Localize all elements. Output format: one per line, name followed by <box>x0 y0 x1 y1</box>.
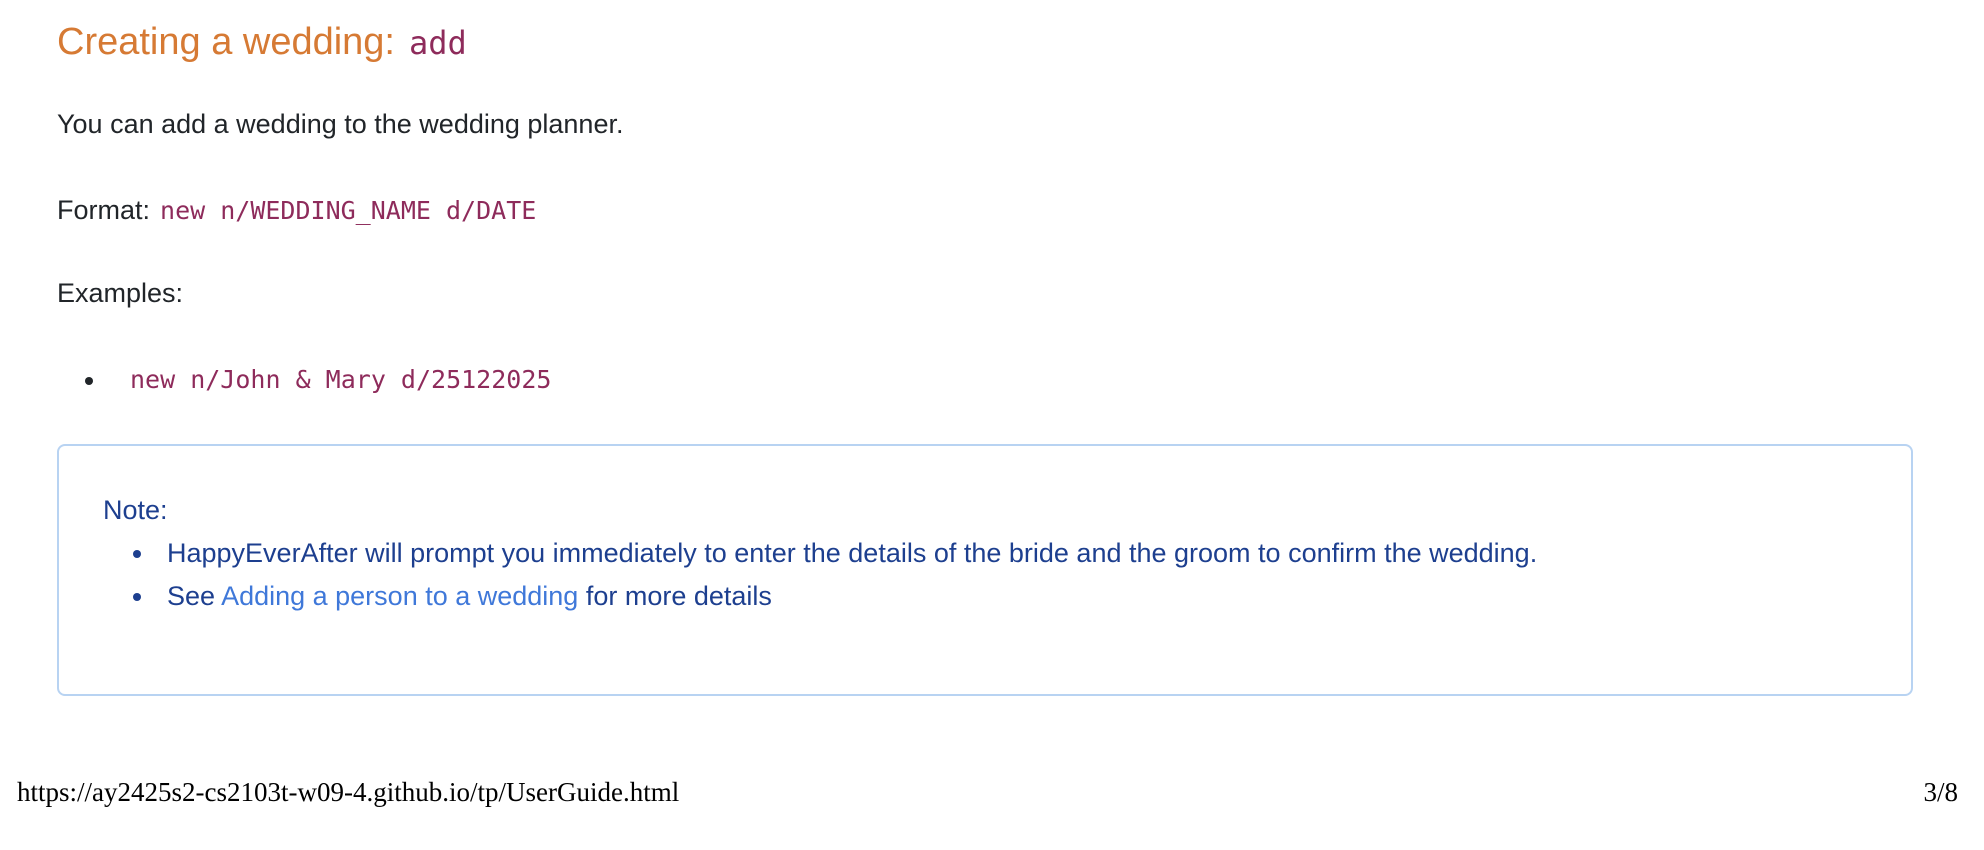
format-code: new n/WEDDING_NAME d/DATE <box>160 196 537 225</box>
note-list: HappyEverAfter will prompt you immediate… <box>103 532 1537 618</box>
footer-url: https://ay2425s2-cs2103t-w09-4.github.io… <box>17 777 680 807</box>
list-item: new n/John & Mary d/25122025 <box>57 362 551 402</box>
intro-text: You can add a wedding to the wedding pla… <box>57 109 624 139</box>
list-item: See Adding a person to a wedding for mor… <box>103 575 1537 618</box>
section-title: Creating a wedding: <box>57 21 395 63</box>
format-label: Format: <box>57 195 151 225</box>
note-item-prefix: See <box>167 581 216 611</box>
bullet-icon <box>133 593 141 601</box>
section-command: add <box>409 24 467 62</box>
note-item-suffix: for more details <box>585 581 772 611</box>
format-line: Format: new n/WEDDING_NAME d/DATE <box>57 192 536 229</box>
bullet-icon <box>85 377 93 385</box>
note-box: Note: HappyEverAfter will prompt you imm… <box>57 444 1913 696</box>
note-item-text: HappyEverAfter will prompt you immediate… <box>167 538 1538 568</box>
list-item: HappyEverAfter will prompt you immediate… <box>103 532 1537 575</box>
page-number: 3/8 <box>1923 777 1958 807</box>
examples-list: new n/John & Mary d/25122025 <box>57 362 551 402</box>
section-heading: Creating a wedding: add <box>57 18 467 67</box>
example-code: new n/John & Mary d/25122025 <box>130 365 552 394</box>
examples-label: Examples: <box>57 278 184 308</box>
adding-person-link[interactable]: Adding a person to a wedding <box>221 581 578 611</box>
note-title: Note: <box>103 495 168 525</box>
bullet-icon <box>133 550 141 558</box>
